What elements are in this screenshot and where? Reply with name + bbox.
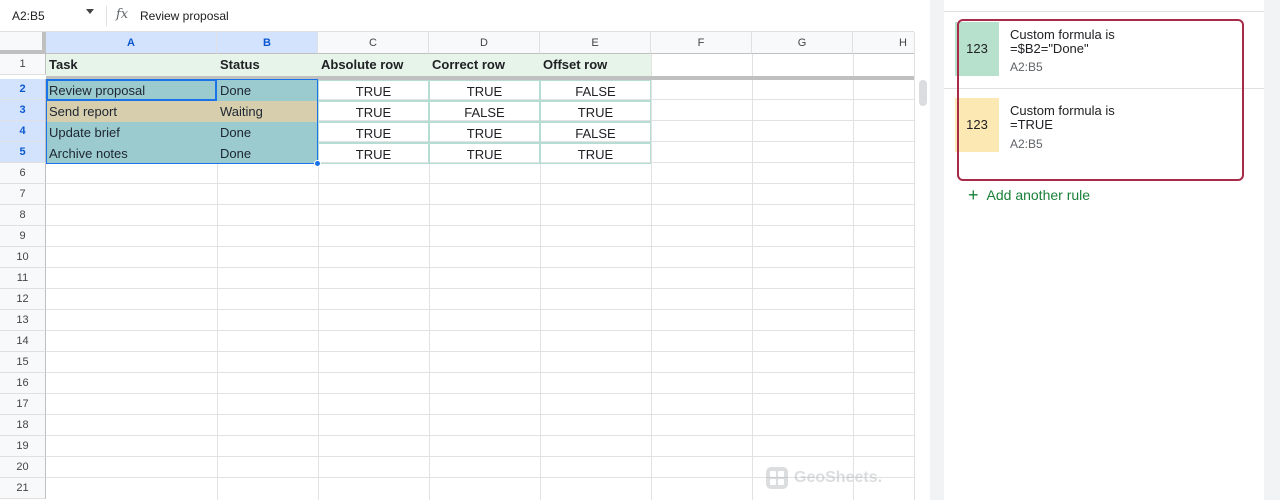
header-cell-task[interactable]: Task [46, 54, 217, 76]
row-header-20[interactable]: 20 [0, 457, 46, 478]
table-cell[interactable]: FALSE [429, 101, 540, 122]
gridline [46, 456, 914, 457]
row-header-17[interactable]: 17 [0, 394, 46, 415]
column-header-c[interactable]: C [318, 32, 429, 54]
row-header-21[interactable]: 21 [0, 478, 46, 499]
geosheets-logo [766, 467, 788, 489]
column-header-h[interactable]: H [853, 32, 914, 54]
plus-icon: + [968, 185, 979, 205]
spreadsheet-grid[interactable]: A B C D E F G H 1 2 3 4 5 6 7 8 9 10 11 … [0, 32, 914, 500]
row-header-12[interactable]: 12 [0, 289, 46, 310]
formula-bar: A2:B5 fx Review proposal [0, 0, 914, 32]
row-header-16[interactable]: 16 [0, 373, 46, 394]
select-all-corner[interactable] [0, 32, 46, 54]
watermark: GeoSheets. [766, 466, 882, 490]
row-header-9[interactable]: 9 [0, 226, 46, 247]
row-header-14[interactable]: 14 [0, 331, 46, 352]
table-cell[interactable]: Done [217, 143, 318, 164]
table-cell[interactable]: FALSE [540, 80, 651, 101]
header-cell-status[interactable]: Status [217, 54, 318, 76]
column-header-g[interactable]: G [752, 32, 853, 54]
table-cell[interactable]: Send report [46, 101, 217, 122]
column-header-f[interactable]: F [651, 32, 752, 54]
row-header-11[interactable]: 11 [0, 268, 46, 289]
table-cell[interactable]: Done [217, 80, 318, 101]
row-header-15[interactable]: 15 [0, 352, 46, 373]
scrollbar-thumb[interactable] [919, 80, 927, 106]
row-header-2[interactable]: 2 [0, 79, 46, 100]
add-rule-label: Add another rule [986, 187, 1091, 203]
row-header-7[interactable]: 7 [0, 184, 46, 205]
name-box[interactable]: A2:B5 [0, 4, 100, 28]
header-cell-offset-row[interactable]: Offset row [540, 54, 651, 76]
formula-input[interactable]: Review proposal [140, 9, 229, 23]
table-cell[interactable]: Done [217, 122, 318, 143]
gridline [46, 330, 914, 331]
table-cell[interactable]: TRUE [318, 122, 429, 143]
gridline [46, 414, 914, 415]
gridline [46, 267, 914, 268]
row-header-3[interactable]: 3 [0, 100, 46, 121]
panel-divider [944, 11, 1264, 12]
row-header-4[interactable]: 4 [0, 121, 46, 142]
table-cell[interactable]: TRUE [540, 101, 651, 122]
table-cell[interactable]: Archive notes [46, 143, 217, 164]
table-cell[interactable]: TRUE [429, 143, 540, 164]
table-cell[interactable]: Waiting [217, 101, 318, 122]
row-header-18[interactable]: 18 [0, 415, 46, 436]
panel-edge [1264, 0, 1280, 500]
table-cell[interactable]: TRUE [429, 80, 540, 101]
row-header-19[interactable]: 19 [0, 436, 46, 457]
gridline [46, 393, 914, 394]
header-cell-absolute-row[interactable]: Absolute row [318, 54, 429, 76]
row-header-8[interactable]: 8 [0, 205, 46, 226]
gridline [46, 351, 914, 352]
table-cell[interactable]: Update brief [46, 122, 217, 143]
table-cell[interactable]: FALSE [540, 122, 651, 143]
row-header-1[interactable]: 1 [0, 54, 46, 75]
table-cell[interactable]: TRUE [318, 101, 429, 122]
gridline [46, 246, 914, 247]
gridline [46, 204, 914, 205]
column-header-e[interactable]: E [540, 32, 651, 54]
column-header-a[interactable]: A [46, 32, 217, 54]
gridline [46, 288, 914, 289]
table-cell[interactable]: Review proposal [46, 80, 217, 101]
gridline [46, 183, 914, 184]
panel-gutter [930, 0, 944, 500]
table-cell[interactable]: TRUE [540, 143, 651, 164]
row-header-10[interactable]: 10 [0, 247, 46, 268]
formula-bar-divider [106, 6, 107, 26]
header-cell-correct-row[interactable]: Correct row [429, 54, 540, 76]
watermark-text: GeoSheets. [794, 469, 883, 486]
column-header-b[interactable]: B [217, 32, 318, 54]
table-cell[interactable]: TRUE [429, 122, 540, 143]
table-cell[interactable]: TRUE [318, 143, 429, 164]
vertical-scrollbar[interactable] [914, 32, 930, 500]
column-header-d[interactable]: D [429, 32, 540, 54]
row-header-13[interactable]: 13 [0, 310, 46, 331]
fx-icon: fx [116, 7, 129, 22]
fill-handle[interactable] [314, 160, 321, 167]
gridline [46, 435, 914, 436]
row-header-5[interactable]: 5 [0, 142, 46, 163]
chevron-down-icon[interactable] [86, 9, 94, 14]
add-another-rule-button[interactable]: + Add another rule [968, 184, 1090, 206]
rules-highlight-outline [957, 19, 1244, 181]
gridline [46, 309, 914, 310]
table-cell[interactable]: TRUE [318, 80, 429, 101]
row-header-6[interactable]: 6 [0, 163, 46, 184]
gridline [46, 225, 914, 226]
gridline [46, 372, 914, 373]
